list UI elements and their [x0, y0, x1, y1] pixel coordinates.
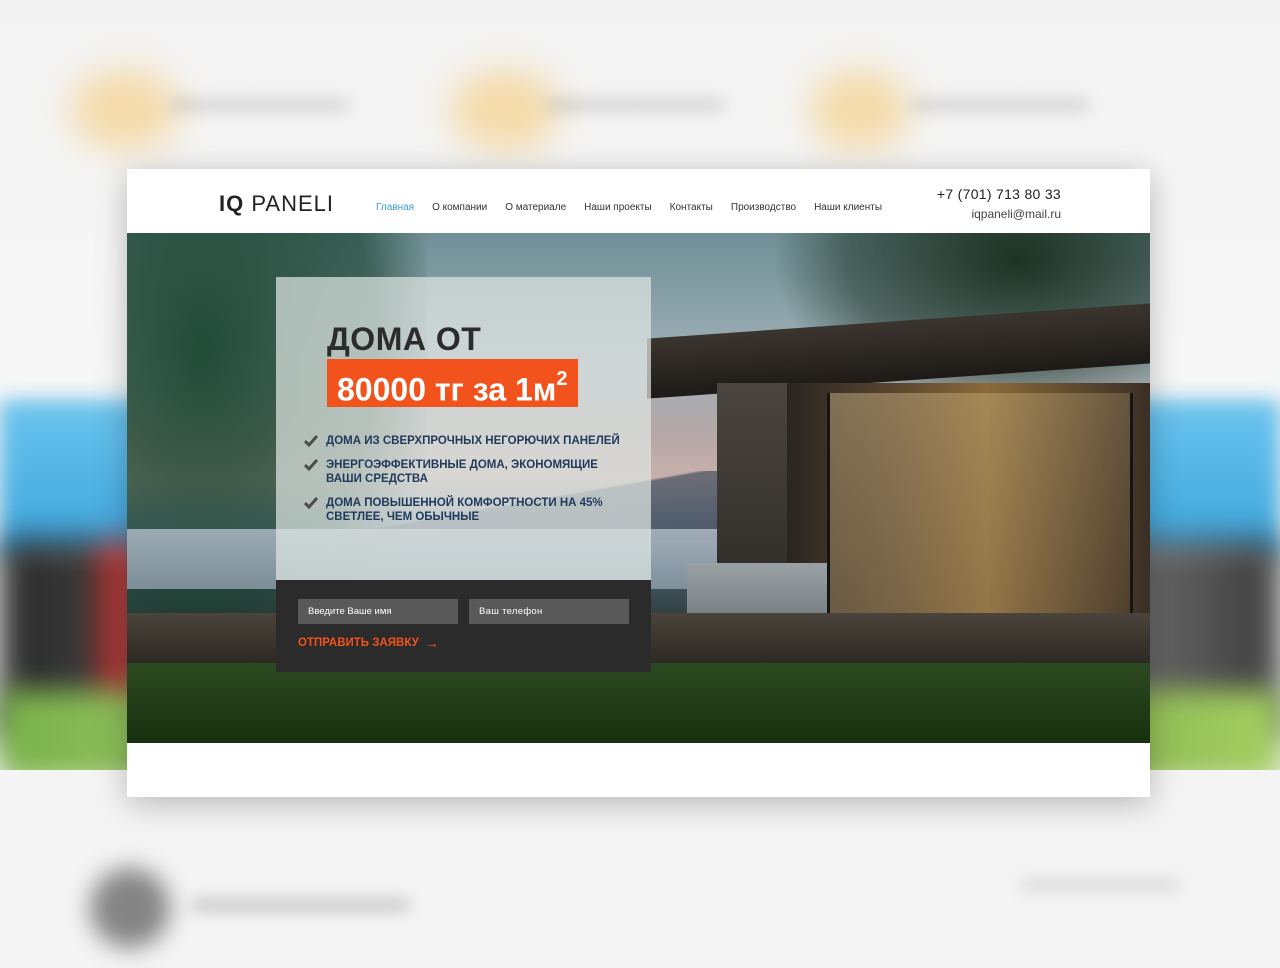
offer-panel: ДОМА ОТ 80000 тг за 1м2 ДОМА ИЗ СВЕРХПРО… [276, 277, 651, 581]
backdrop-circle [90, 868, 170, 948]
feature-item: ДОМА ИЗ СВЕРХПРОЧНЫХ НЕГОРЮЧИХ ПАНЕЛЕЙ [304, 434, 634, 448]
backdrop-blob [450, 70, 560, 150]
feature-list: ДОМА ИЗ СВЕРХПРОЧНЫХ НЕГОРЮЧИХ ПАНЕЛЕЙ Э… [304, 434, 634, 534]
nav-item-contacts[interactable]: Контакты [670, 202, 713, 213]
nav-item-about-company[interactable]: О компании [432, 202, 487, 213]
request-form: Введите Ваше имя Ваш телефон ОТПРАВИТЬ З… [276, 580, 651, 672]
hero-photo-house-glass [827, 393, 1133, 613]
hero-photo-lawn [127, 663, 1150, 743]
feature-item: ДОМА ПОВЫШЕННОЙ КОМФОРТНОСТИ НА 45% СВЕТ… [304, 496, 634, 524]
nav-item-clients[interactable]: Наши клиенты [814, 202, 882, 213]
main-nav: Главная О компании О материале Наши прое… [376, 202, 900, 213]
submit-request-label: ОТПРАВИТЬ ЗАЯВКУ [298, 637, 419, 649]
nav-item-projects[interactable]: Наши проекты [584, 202, 652, 213]
price-superscript: 2 [556, 368, 568, 390]
feature-text: ЭНЕРГОЭФФЕКТИВНЫЕ ДОМА, ЭКОНОМЯЩИЕ ВАШИ … [326, 459, 598, 485]
check-icon [304, 459, 318, 472]
arrow-right-icon: → [424, 635, 439, 651]
logo-part-paneli: PANELI [251, 191, 334, 216]
check-icon [304, 497, 318, 510]
offer-headline: ДОМА ОТ [327, 321, 482, 357]
phone-number[interactable]: +7 (701) 713 80 33 [937, 186, 1061, 202]
backdrop-line [910, 100, 1090, 110]
nav-item-home[interactable]: Главная [376, 202, 414, 213]
backdrop-line [190, 900, 410, 910]
site-header: IQ PANELI Главная О компании О материале… [127, 169, 1150, 233]
backdrop-blob [810, 70, 910, 150]
backdrop-bottom [0, 770, 1280, 968]
backdrop-blob [70, 70, 180, 150]
feature-text: ДОМА ПОВЫШЕННОЙ КОМФОРТНОСТИ НА 45% СВЕТ… [326, 497, 603, 523]
backdrop-line [545, 100, 725, 110]
feature-item: ЭНЕРГОЭФФЕКТИВНЫЕ ДОМА, ЭКОНОМЯЩИЕ ВАШИ … [304, 458, 634, 486]
hero-section: ДОМА ОТ 80000 тг за 1м2 ДОМА ИЗ СВЕРХПРО… [127, 233, 1150, 743]
feature-text: ДОМА ИЗ СВЕРХПРОЧНЫХ НЕГОРЮЧИХ ПАНЕЛЕЙ [326, 435, 620, 447]
phone-input[interactable]: Ваш телефон [469, 599, 629, 624]
backdrop-line [170, 100, 350, 110]
nav-item-production[interactable]: Производство [731, 202, 796, 213]
price-text: 80000 тг за 1м [337, 371, 557, 408]
logo-part-iq: IQ [219, 191, 245, 216]
site-logo[interactable]: IQ PANELI [219, 191, 334, 217]
header-contacts: +7 (701) 713 80 33 iqpaneli@mail.ru [937, 186, 1061, 221]
price-badge: 80000 тг за 1м2 [327, 359, 578, 408]
submit-request-button[interactable]: ОТПРАВИТЬ ЗАЯВКУ → [298, 635, 439, 651]
backdrop-line [1020, 880, 1180, 890]
website-preview-card: IQ PANELI Главная О компании О материале… [127, 169, 1150, 797]
name-input[interactable]: Введите Ваше имя [298, 599, 458, 624]
email-address[interactable]: iqpaneli@mail.ru [937, 207, 1061, 221]
nav-item-about-material[interactable]: О материале [505, 202, 566, 213]
check-icon [304, 435, 318, 448]
